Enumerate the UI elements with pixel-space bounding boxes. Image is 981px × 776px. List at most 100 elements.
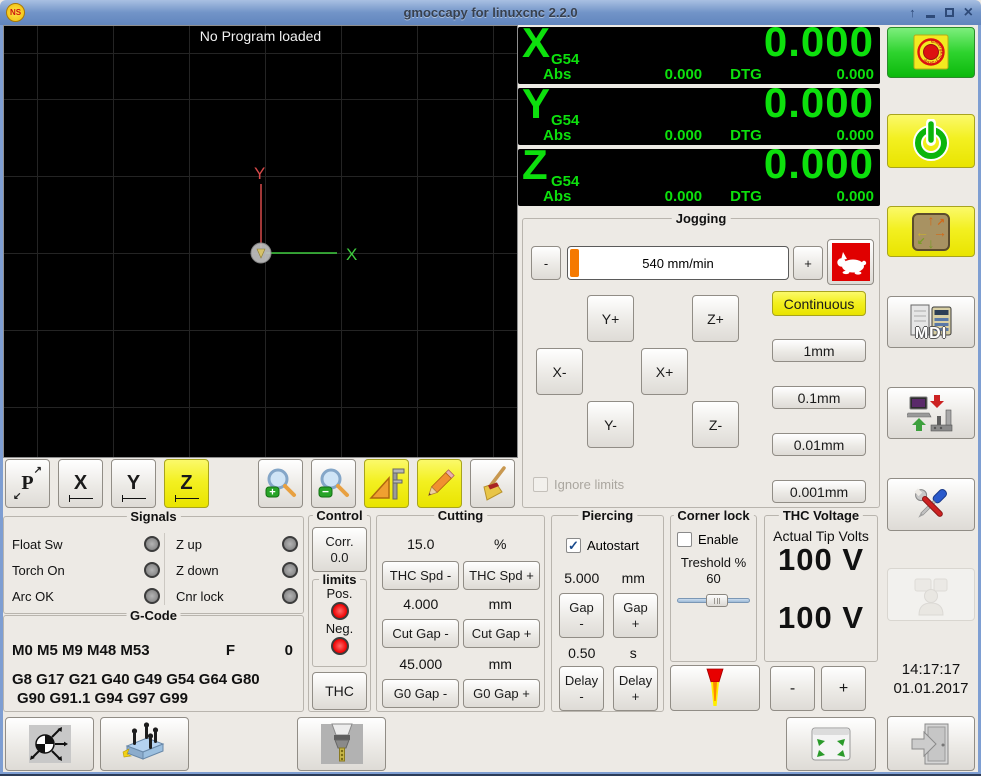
active-g-codes: G8 G17 G21 G40 G49 G54 G64 G80 G90 G91.1… xyxy=(12,671,260,707)
jog-speed-minus-button[interactable]: - xyxy=(531,246,561,280)
toolholder-icon xyxy=(320,723,363,764)
mdi-label: MDI xyxy=(914,325,948,342)
corner-lock-panel: Corner lock Enable Treshold % 60 xyxy=(670,508,757,662)
clear-preview-button[interactable] xyxy=(470,459,515,508)
touch-plate-button[interactable] xyxy=(100,717,189,771)
zoom-out-button[interactable]: − xyxy=(311,459,356,508)
svg-text:Y: Y xyxy=(254,164,265,183)
g0-gap-minus-button[interactable]: G0 Gap - xyxy=(382,679,459,708)
date-value: 01.01.2017 xyxy=(893,680,969,697)
jog-y-minus-button[interactable]: Y- xyxy=(587,401,634,448)
pierce-delay-plus-button[interactable]: Delay + xyxy=(613,666,658,711)
window-controls: ↑ × xyxy=(909,0,973,25)
pierce-gap-minus-button[interactable]: Gap - xyxy=(559,593,604,638)
show-dimensions-button[interactable] xyxy=(364,459,409,508)
view-perspective-button[interactable]: P ↗ ↙ xyxy=(5,459,50,508)
autostart-checkbox[interactable]: ✓ Autostart xyxy=(566,538,639,553)
view-y-button[interactable]: Y xyxy=(111,459,156,508)
thc-speed-minus-button[interactable]: THC Spd - xyxy=(382,561,459,590)
cutting-title: Cutting xyxy=(433,508,488,523)
thc-voltage-title: THC Voltage xyxy=(778,508,864,523)
maximize-icon[interactable] xyxy=(944,8,954,17)
exit-button[interactable] xyxy=(887,716,975,771)
jogpad-icon: ↑ ← → ↓ ↙ ↗ xyxy=(912,212,950,251)
app-window: NS gmoccapy for linuxcnc 2.2.0 ↑ × No Pr… xyxy=(0,0,981,776)
mdi-mode-button[interactable]: MDI xyxy=(887,296,975,348)
laptop-cnc-icon xyxy=(907,395,953,432)
shade-icon[interactable]: ↑ xyxy=(909,6,916,19)
close-icon[interactable]: × xyxy=(964,5,973,21)
threshold-slider[interactable] xyxy=(677,594,750,607)
perspective-arrow-ne-icon: ↗ xyxy=(33,465,42,476)
machine-on-button[interactable] xyxy=(887,114,975,168)
jog-speed-plus-button[interactable]: + xyxy=(793,246,823,280)
jog-x-plus-button[interactable]: X+ xyxy=(641,348,688,395)
threshold-value: 60 xyxy=(706,571,721,586)
torch-button[interactable] xyxy=(670,665,760,711)
pierce-delay-value-row: 0.50 s xyxy=(568,645,637,661)
origin-touchoff-icon xyxy=(28,725,71,763)
tool-measure-button[interactable] xyxy=(297,717,386,771)
threshold-label: Treshold % xyxy=(680,555,747,570)
jog-z-plus-button[interactable]: Z+ xyxy=(692,295,739,342)
jog-speed-value: 540 mm/min xyxy=(642,255,714,271)
height-correction-display[interactable]: Corr. 0.0 xyxy=(312,527,367,572)
svg-text:X: X xyxy=(346,245,357,264)
actual-volts-value: 100 V xyxy=(777,542,864,577)
estop-button[interactable]: Emergency-Stop xyxy=(887,27,975,78)
g0-gap-plus-button[interactable]: G0 Gap + xyxy=(463,679,540,708)
fullscreen-button[interactable] xyxy=(786,717,876,771)
jog-x-minus-button[interactable]: X- xyxy=(536,348,583,395)
gcode-title: G-Code xyxy=(126,608,181,623)
jog-mode-button[interactable]: ↑ ← → ↓ ↙ ↗ xyxy=(887,206,975,257)
corner-lock-enable-checkbox[interactable]: Enable xyxy=(677,532,738,547)
cut-gap-value-row: 4.000 mm xyxy=(403,596,512,612)
settings-button[interactable] xyxy=(887,478,975,531)
app-icon-text: NS xyxy=(9,8,22,17)
auto-mode-button[interactable] xyxy=(887,387,975,439)
view-z-button[interactable]: Z xyxy=(164,459,209,508)
exit-door-icon xyxy=(911,723,949,764)
view-x-button[interactable]: X xyxy=(58,459,103,508)
dro-sub-line: Abs 0.000 DTG 0.000 xyxy=(543,188,874,205)
increment-0p01mm-button[interactable]: 0.01mm xyxy=(772,433,866,456)
jog-z-minus-button[interactable]: Z- xyxy=(692,401,739,448)
zoom-in-button[interactable]: + xyxy=(258,459,303,508)
gremlin-preview[interactable]: No Program loaded Y X xyxy=(3,25,518,458)
touch-off-button[interactable] xyxy=(5,717,94,771)
dro-axis-x[interactable]: X G54 0.000 Abs 0.000 DTG 0.000 xyxy=(518,18,880,84)
cut-gap-plus-button[interactable]: Cut Gap + xyxy=(463,619,540,648)
jog-y-plus-button[interactable]: Y+ xyxy=(587,295,634,342)
active-m-codes: M0 M5 M9 M48 M53 F 0 xyxy=(12,642,293,659)
cut-gap-minus-button[interactable]: Cut Gap - xyxy=(382,619,459,648)
increment-0p1mm-button[interactable]: 0.1mm xyxy=(772,386,866,409)
draw-path-button[interactable] xyxy=(417,459,462,508)
increment-0p001mm-button[interactable]: 0.001mm xyxy=(772,480,866,503)
jog-fast-toggle-button[interactable] xyxy=(827,239,874,285)
dro-main-value: 0.000 xyxy=(763,140,874,187)
thc-enable-button[interactable]: THC xyxy=(312,672,367,710)
app-icon[interactable]: NS xyxy=(6,3,25,22)
pierce-delay-minus-button[interactable]: Delay - xyxy=(559,666,604,711)
perspective-icon: P xyxy=(21,472,34,494)
voltage-plus-button[interactable]: + xyxy=(821,666,866,711)
emergency-stop-icon: Emergency-Stop xyxy=(913,34,949,69)
enable-label: Enable xyxy=(698,532,739,547)
dro-axis-y[interactable]: Y G54 0.000 Abs 0.000 DTG 0.000 xyxy=(518,79,880,145)
control-title: Control xyxy=(312,508,367,523)
increment-1mm-button[interactable]: 1mm xyxy=(772,339,866,362)
signal-arc-ok: Arc OK xyxy=(12,587,160,605)
ignore-limits-label: Ignore limits xyxy=(554,477,625,492)
dro-letter: Y xyxy=(522,80,551,127)
increment-continuous-button[interactable]: Continuous xyxy=(772,291,866,316)
thc-speed-plus-button[interactable]: THC Spd + xyxy=(463,561,540,590)
minimize-icon[interactable] xyxy=(925,14,935,18)
ignore-limits-checkbox[interactable]: Ignore limits xyxy=(533,477,624,492)
voltage-minus-button[interactable]: - xyxy=(770,666,815,711)
dro-main-value: 0.000 xyxy=(763,18,874,65)
limit-pos-led xyxy=(330,602,349,620)
pierce-gap-plus-button[interactable]: Gap + xyxy=(613,593,658,638)
slider-handle[interactable] xyxy=(706,594,729,607)
user-settings-button[interactable] xyxy=(887,568,975,621)
dro-axis-z[interactable]: Z G54 0.000 Abs 0.000 DTG 0.000 xyxy=(518,140,880,206)
